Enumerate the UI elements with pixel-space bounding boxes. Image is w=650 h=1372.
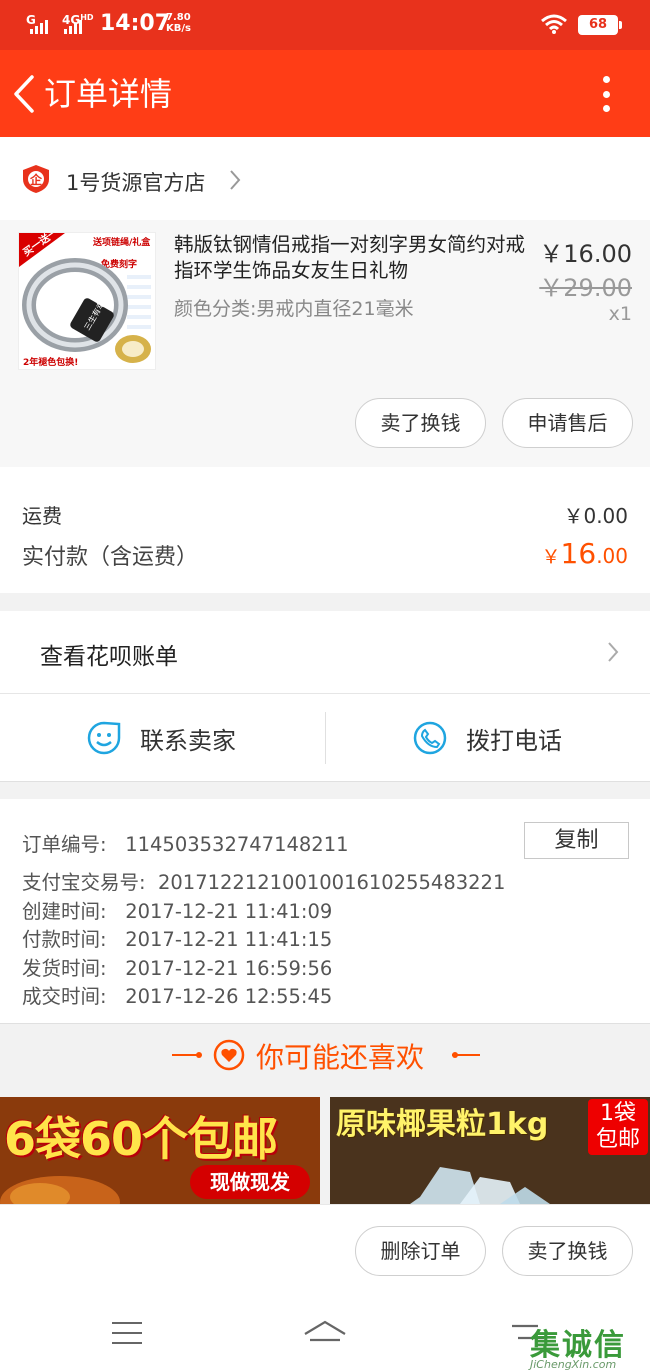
chevron-left-icon[interactable] xyxy=(10,74,40,114)
paid-label: 实付款（含运费） xyxy=(22,545,199,570)
contact-seller-button[interactable]: 联系卖家 xyxy=(86,694,236,782)
shop-row[interactable]: 企 1号货源官方店 xyxy=(0,137,650,220)
banner-subtitle: 现做现发 xyxy=(190,1165,310,1199)
sell-button-bottom[interactable]: 卖了换钱 xyxy=(502,1226,633,1276)
more-vertical-icon[interactable] xyxy=(596,76,616,112)
signal-bars-icon xyxy=(30,14,48,34)
order-number-line: 订单编号: 114503532747148211 xyxy=(22,833,349,856)
call-phone-label: 拨打电话 xyxy=(466,726,562,755)
delete-order-button[interactable]: 删除订单 xyxy=(355,1226,486,1276)
bottom-action-bar: 删除订单 卖了换钱 xyxy=(0,1204,650,1298)
huabei-label: 查看花呗账单 xyxy=(40,644,178,670)
contact-seller-label: 联系卖家 xyxy=(140,726,236,755)
shop-name[interactable]: 1号货源官方店 xyxy=(66,167,205,197)
product-price: ￥16.00 xyxy=(539,240,632,268)
recommend-item-left[interactable]: 6袋60个包邮 现做现发 xyxy=(0,1097,320,1204)
shipping-value: ￥0.00 xyxy=(563,504,628,528)
banner-headline: 原味椰果粒1kg xyxy=(336,1107,549,1142)
order-info: 订单编号: 114503532747148211 复制 支付宝交易号: 2017… xyxy=(0,799,650,1023)
fee-summary: 运费 ￥0.00 实付款（含运费） ￥16.00 xyxy=(0,467,650,593)
after-sale-button[interactable]: 申请售后 xyxy=(502,398,633,448)
heart-icon xyxy=(213,1039,245,1071)
wifi-icon xyxy=(541,14,567,34)
product-original-price: ￥29.00 xyxy=(539,274,632,302)
battery-icon: 68 xyxy=(578,15,622,35)
banner-badge: 1袋 包邮 xyxy=(588,1099,648,1155)
paid-value: ￥16.00 xyxy=(541,537,628,570)
network-speed: 7.80 KB/s xyxy=(166,12,191,34)
product-spec: 颜色分类:男戒内直径21毫米 xyxy=(174,298,414,320)
svg-text:送项链绳/礼盒: 送项链绳/礼盒 xyxy=(92,236,151,248)
divider xyxy=(325,712,326,764)
menu-icon[interactable] xyxy=(112,1322,142,1344)
recommend-title: 你可能还喜欢 xyxy=(256,1041,425,1074)
alipay-trade-line: 支付宝交易号: 2017122121001001610255483221 xyxy=(22,871,506,894)
svg-text:企: 企 xyxy=(29,172,43,187)
shipped-time-line: 发货时间: 2017-12-21 16:59:56 xyxy=(22,957,333,980)
product-quantity: x1 xyxy=(608,303,632,325)
product-card: 买一送一 送项链绳/礼盒 免费刻字 三生有幸 2年褪色包换! 韩版钛钢情侣戒指一… xyxy=(0,220,650,467)
product-image[interactable]: 买一送一 送项链绳/礼盒 免费刻字 三生有幸 2年褪色包换! xyxy=(18,232,156,370)
recommend-header: 你可能还喜欢 xyxy=(0,1023,650,1087)
completed-time-line: 成交时间: 2017-12-26 12:55:45 xyxy=(22,985,333,1008)
contact-bar: 联系卖家 拨打电话 xyxy=(0,694,650,782)
recommend-item-right[interactable]: 原味椰果粒1kg 1袋 包邮 xyxy=(330,1097,650,1204)
sell-button[interactable]: 卖了换钱 xyxy=(355,398,486,448)
nav-bar: 订单详情 xyxy=(0,50,650,137)
call-phone-button[interactable]: 拨打电话 xyxy=(412,694,562,782)
shop-badge-icon: 企 xyxy=(23,165,49,193)
chat-smile-icon xyxy=(87,721,121,755)
page-title: 订单详情 xyxy=(44,75,173,113)
order-number: 114503532747148211 xyxy=(125,833,349,856)
watermark: 集诚信 JiChengXin.com xyxy=(530,1328,626,1371)
status-bar: G 4GHD 14:07 7.80 KB/s 68 xyxy=(0,0,650,50)
system-nav-bar: 集诚信 JiChengXin.com xyxy=(0,1298,650,1372)
chevron-right-icon xyxy=(608,642,619,662)
svg-text:2年褪色包换!: 2年褪色包换! xyxy=(23,356,78,368)
home-icon[interactable] xyxy=(302,1318,348,1348)
huabei-bill-row[interactable]: 查看花呗账单 xyxy=(0,611,650,694)
product-title[interactable]: 韩版钛钢情侣戒指一对刻字男女简约对戒指环学生饰品女友生日礼物 xyxy=(174,232,529,284)
copy-button[interactable]: 复制 xyxy=(524,822,629,859)
chevron-right-icon xyxy=(230,170,241,190)
banner-headline: 6袋60个包邮 xyxy=(4,1112,278,1166)
shipping-label: 运费 xyxy=(22,504,62,528)
paid-time-line: 付款时间: 2017-12-21 11:41:15 xyxy=(22,928,333,951)
clock: 14:07 xyxy=(100,11,171,36)
created-time-line: 创建时间: 2017-12-21 11:41:09 xyxy=(22,900,333,923)
signal-bars-icon-2 xyxy=(64,14,82,34)
phone-icon xyxy=(413,721,447,755)
